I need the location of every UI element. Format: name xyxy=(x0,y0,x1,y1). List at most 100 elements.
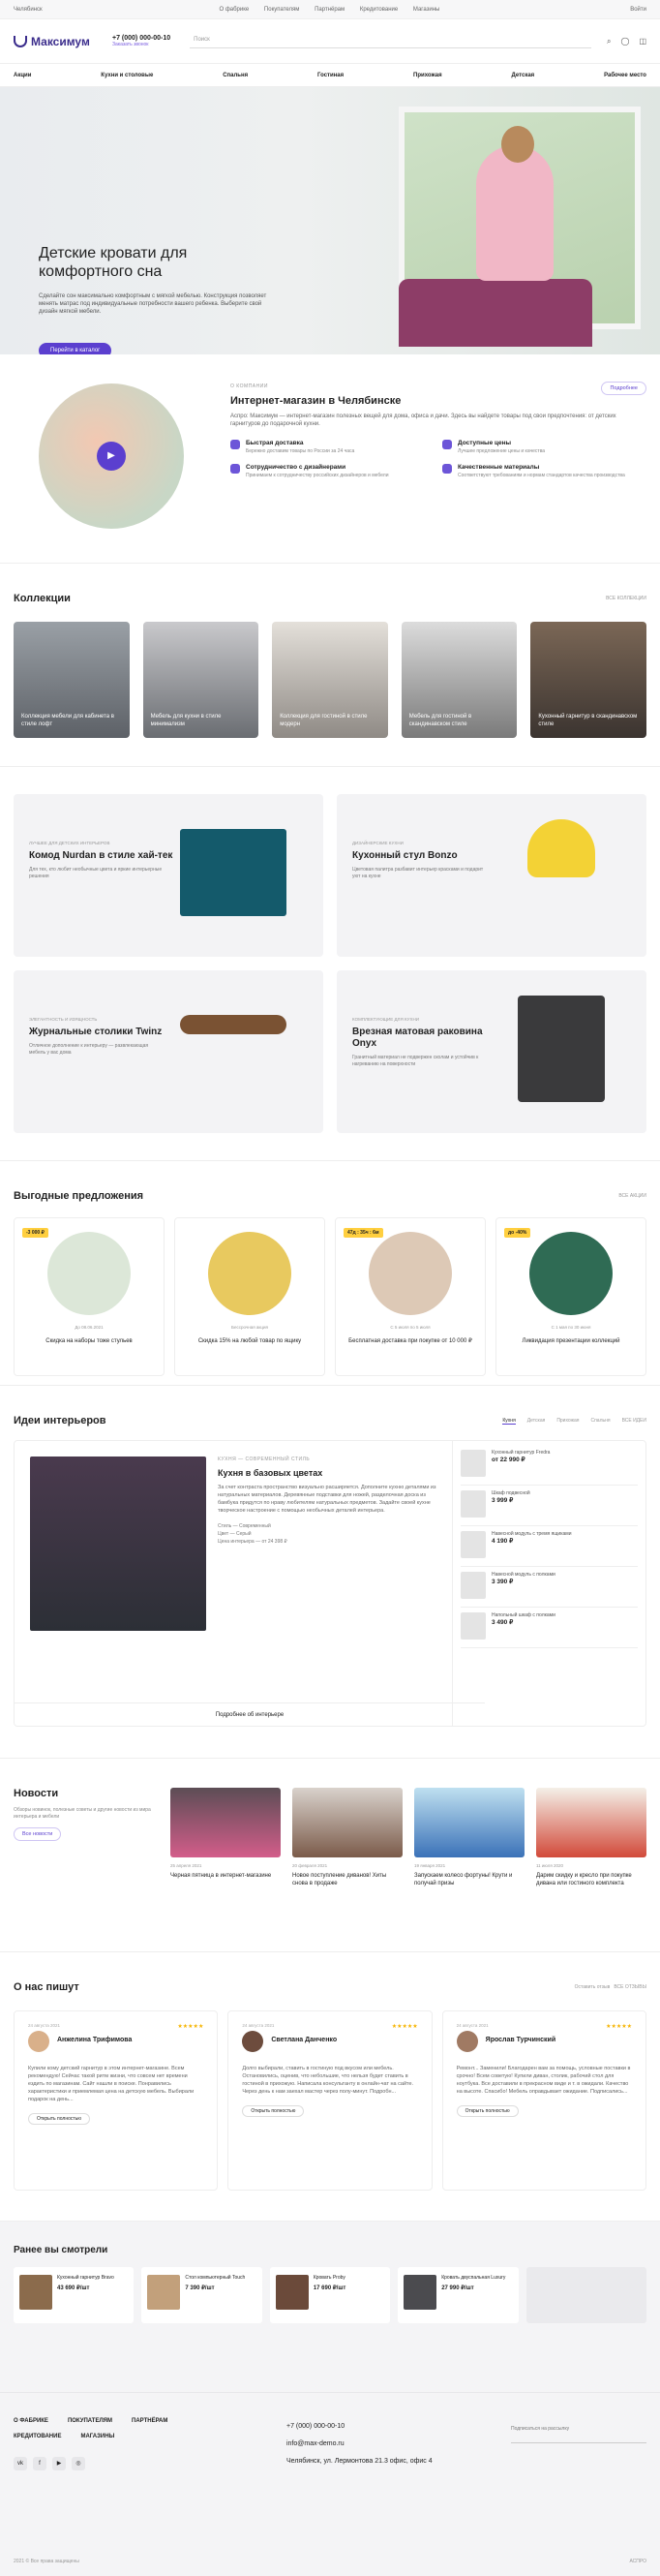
hero-text: Сделайте сон максимально комфортным с мя… xyxy=(39,293,267,315)
callback-link[interactable]: Заказать звонок xyxy=(112,42,170,47)
news-card[interactable]: 20 февраля 2021 Новое поступление диванов… xyxy=(292,1788,403,1951)
all-offers-link[interactable]: ВСЕ АКЦИИ xyxy=(618,1193,646,1199)
tab-kitchen[interactable]: Кухня xyxy=(502,1418,516,1425)
product-card[interactable]: ЭЛЕГАНТНОСТЬ И ИЗЯЩНОСТЬ Журнальные столи… xyxy=(14,970,323,1133)
feature-list: Быстрая доставка Бережно доставим товары … xyxy=(230,440,637,478)
facebook-icon[interactable]: f xyxy=(33,2457,46,2470)
list-item[interactable]: Шкаф подвесной 3 999 ₽ xyxy=(461,1486,638,1526)
play-icon[interactable]: ▶ xyxy=(97,442,126,471)
open-review-button[interactable]: Открыть полностью xyxy=(242,2105,305,2117)
offer-card[interactable]: 47д : 35ч : 6м С 5 июля по 5 июля Бесплатн… xyxy=(335,1217,486,1376)
collections-section: Коллекции ВСЕ КОЛЛЕКЦИИ Коллекция мебели … xyxy=(0,564,660,767)
youtube-icon[interactable]: ▶ xyxy=(52,2457,66,2470)
all-collections-link[interactable]: ВСЕ КОЛЛЕКЦИИ xyxy=(606,596,646,601)
viewed-item[interactable]: Кухонный гарнитур Bravo 43 690 ₽/шт xyxy=(14,2267,135,2323)
list-item[interactable]: Напольный шкаф с полками 3 490 ₽ xyxy=(461,1608,638,1648)
news-card[interactable]: 25 апреля 2021 Черная пятница в интернет-… xyxy=(170,1788,281,1951)
tab-bedroom[interactable]: Спальня xyxy=(590,1418,610,1424)
all-ideas-link[interactable]: ВСЕ ИДЕИ xyxy=(622,1418,646,1424)
viewed-item[interactable]: Кровать Proby 17 690 ₽/шт xyxy=(269,2267,391,2323)
product-card[interactable]: ДИЗАЙНЕРСКИЕ КУХНИ Кухонный стул Bonzo Цве… xyxy=(337,794,646,957)
cart-icon[interactable]: ◫ xyxy=(639,37,646,46)
search-icon[interactable]: ⌕ xyxy=(607,37,611,46)
section-title: Идеи интерьеров xyxy=(14,1415,106,1426)
footer-email[interactable]: info@max-demo.ru xyxy=(286,2436,433,2453)
offer-card[interactable]: Бессрочная акция Скидка 15% на любой това… xyxy=(174,1217,325,1376)
footer-link[interactable]: МАГАЗИНЫ xyxy=(80,2434,114,2439)
viewed-item[interactable]: Стол компьютерный Touch 7 390 ₽/шт xyxy=(141,2267,262,2323)
tab-hall[interactable]: Прихожая xyxy=(556,1418,579,1424)
vk-icon[interactable]: vk xyxy=(14,2457,27,2470)
collection-card[interactable]: Коллекция для гостиной в стиле модерн xyxy=(272,622,388,738)
idea-more-button[interactable]: Подробнее об интерьере xyxy=(15,1702,485,1726)
offer-card[interactable]: до -40% С 1 мая по 30 июня Ликвидация през… xyxy=(495,1217,646,1376)
footer-link[interactable]: ПАРТНЁРАМ xyxy=(132,2418,167,2424)
idea-title: Кухня в базовых цветах xyxy=(218,1468,323,1478)
top-link[interactable]: Партнёрам xyxy=(315,7,345,13)
footer-brand[interactable]: АСПРО xyxy=(629,2559,646,2564)
interior-ideas-section: Идеи интерьеров Кухня Детская Прихожая С… xyxy=(0,1386,660,1759)
tab-kids[interactable]: Детская xyxy=(527,1418,546,1424)
product-card[interactable]: ЛУЧШЕЕ ДЛЯ ДЕТСКИХ ИНТЕРЬЕРОВ Комод Nurda… xyxy=(14,794,323,957)
viewed-item-empty xyxy=(525,2267,647,2323)
menu-item[interactable]: Рабочее место xyxy=(604,73,646,78)
logo-mark xyxy=(14,35,27,47)
user-icon[interactable]: ◯ xyxy=(620,37,629,46)
menu-item[interactable]: Спальня xyxy=(223,73,248,78)
menu-item[interactable]: Прихожая xyxy=(413,73,442,78)
menu-item[interactable]: Гостиная xyxy=(317,73,344,78)
about-more-button[interactable]: Подробнее xyxy=(601,382,646,395)
section-title: Коллекции xyxy=(14,593,71,604)
footer-link[interactable]: КРЕДИТОВАНИЕ xyxy=(14,2434,61,2439)
top-link[interactable]: Покупателям xyxy=(264,7,300,13)
footer: О ФАБРИКЕ ПОКУПАТЕЛЯМ ПАРТНЁРАМ КРЕДИТОВ… xyxy=(0,2392,660,2576)
menu-item[interactable]: Акции xyxy=(14,73,31,78)
hero-bed-image xyxy=(399,279,592,347)
collection-card[interactable]: Коллекция мебели для кабинета в стиле ло… xyxy=(14,622,130,738)
offer-card[interactable]: -3 000 ₽ До 08.06.2021 Скидка на наборы то… xyxy=(14,1217,165,1376)
coffee-tables-image xyxy=(180,996,296,1112)
list-item[interactable]: Кухонный гарнитур Fredra от 22 990 ₽ xyxy=(461,1445,638,1486)
news-card[interactable]: 11 июля 2020 Дарим скидку и кресло при по… xyxy=(536,1788,646,1951)
menu-item[interactable]: Детская xyxy=(512,73,535,78)
viewed-item[interactable]: Кровать двуспальная Luxury 27 990 ₽/шт xyxy=(398,2267,519,2323)
footer-address: Челябинск, ул. Лермонтова 21.3 офис, офи… xyxy=(286,2458,433,2465)
open-review-button[interactable]: Открыть полностью xyxy=(28,2113,91,2125)
logo[interactable]: Максимум xyxy=(14,35,101,48)
top-link[interactable]: Магазины xyxy=(413,7,439,13)
about-title: Интернет-магазин в Челябинске xyxy=(230,395,402,407)
offers-section: Выгодные предложения ВСЕ АКЦИИ -3 000 ₽ До… xyxy=(0,1161,660,1386)
hero-girl-head xyxy=(501,126,534,163)
product-card[interactable]: КОМПЛЕКТУЮЩИЕ ДЛЯ КУХНИ Врезная матовая р… xyxy=(337,970,646,1133)
sink-image xyxy=(503,996,619,1112)
menu-item[interactable]: Кухни и столовые xyxy=(101,73,153,78)
collection-card[interactable]: Кухонный гарнитур в скандинавском стиле xyxy=(530,622,646,738)
list-item[interactable]: Навесной модуль с полками 3 390 ₽ xyxy=(461,1567,638,1608)
footer-phone[interactable]: +7 (000) 000-00-10 xyxy=(286,2418,433,2436)
top-link[interactable]: О фабрике xyxy=(219,7,249,13)
list-item[interactable]: Навесной модуль с тремя ящиками 4 190 ₽ xyxy=(461,1526,638,1567)
rating-stars: ★★★★★ xyxy=(177,2024,204,2030)
collection-card[interactable]: Мебель для гостиной в скандинавском стил… xyxy=(401,622,518,738)
feature-item: Доступные цены Лучшее предложение цены и … xyxy=(442,440,637,454)
top-link[interactable]: Кредитование xyxy=(360,7,398,13)
subscribe-input[interactable]: Подписаться на рассылку xyxy=(511,2426,646,2443)
city-selector[interactable]: Челябинск xyxy=(14,7,43,13)
login-link[interactable]: Войти xyxy=(630,7,646,13)
footer-link[interactable]: ПОКУПАТЕЛЯМ xyxy=(68,2418,112,2424)
collection-card[interactable]: Мебель для кухни в стиле минимализм xyxy=(142,622,259,738)
hero-title: Детские кровати для комфортного сна xyxy=(39,245,188,280)
open-review-button[interactable]: Открыть полностью xyxy=(456,2105,519,2117)
catalog-button[interactable]: Перейти в каталог xyxy=(39,343,112,354)
all-news-button[interactable]: Все новости xyxy=(14,1827,62,1841)
instagram-icon[interactable]: ◎ xyxy=(72,2457,85,2470)
news-card[interactable]: 19 января 2021 Запускаем колесо фортуны! … xyxy=(414,1788,525,1951)
footer-link[interactable]: О ФАБРИКЕ xyxy=(14,2418,48,2424)
all-reviews-link[interactable]: ВСЕ ОТЗЫВЫ xyxy=(614,1984,646,1990)
dresser-image xyxy=(180,819,296,935)
ideas-tabs: Кухня Детская Прихожая Спальня ВСЕ ИДЕИ xyxy=(502,1418,646,1425)
add-review-link[interactable]: Оставить отзыв xyxy=(575,1984,611,1990)
section-title: Ранее вы смотрели xyxy=(14,2245,108,2255)
phone[interactable]: +7 (000) 000-00-10 Заказать звонок xyxy=(112,35,170,47)
search-input[interactable]: Поиск xyxy=(190,35,591,48)
